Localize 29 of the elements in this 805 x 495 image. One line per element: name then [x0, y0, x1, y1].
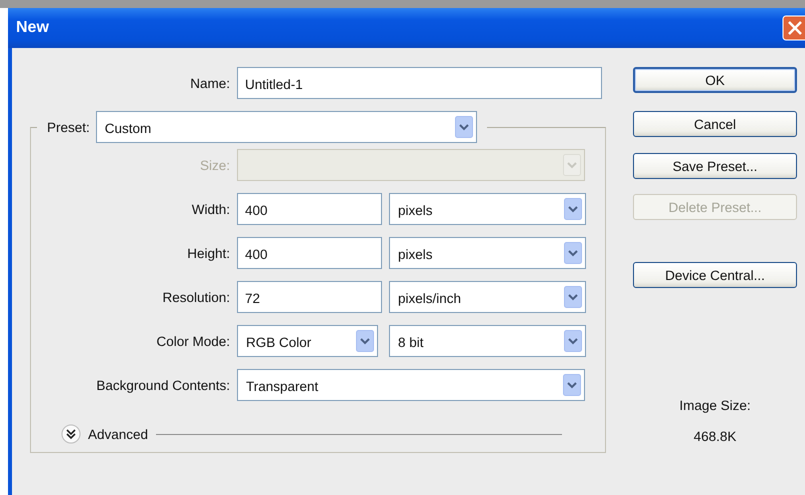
info-value: 468.8K — [694, 429, 736, 444]
field-label: Width: — [190, 202, 231, 216]
input-field[interactable]: Untitled-1 — [237, 67, 602, 99]
dialog-button[interactable]: Device Central... — [633, 262, 797, 288]
info-label: Image Size: — [679, 398, 751, 413]
field-label: Color Mode: — [155, 334, 231, 348]
field-label: Size: — [198, 158, 231, 172]
field-label: Preset: — [47, 120, 90, 134]
dropdown[interactable]: Transparent — [237, 369, 585, 401]
dropdown[interactable]: 8 bit — [389, 325, 586, 357]
field-label: Name: — [189, 76, 231, 90]
dropdown[interactable]: pixels/inch — [389, 281, 586, 313]
dropdown[interactable]: Custom — [96, 111, 477, 143]
expand-toggle-icon[interactable] — [61, 424, 81, 444]
section-label: Advanced — [88, 426, 148, 442]
field-label: Height: — [186, 246, 231, 260]
dialog-button[interactable]: Save Preset... — [633, 153, 797, 179]
field-label: Resolution: — [161, 290, 231, 304]
dropdown[interactable]: RGB Color — [237, 325, 378, 357]
close-icon[interactable] — [782, 15, 805, 41]
input-field[interactable]: 72 — [237, 281, 382, 313]
input-field[interactable]: 400 — [237, 237, 382, 269]
field-label: Background Contents: — [95, 378, 231, 392]
dialog-button[interactable]: OK — [633, 67, 797, 93]
dialog-button[interactable]: Cancel — [633, 111, 797, 137]
window-title: New — [16, 19, 49, 37]
dropdown[interactable]: pixels — [389, 193, 586, 225]
input-field[interactable]: 400 — [237, 193, 382, 225]
dropdown[interactable]: pixels — [389, 237, 586, 269]
